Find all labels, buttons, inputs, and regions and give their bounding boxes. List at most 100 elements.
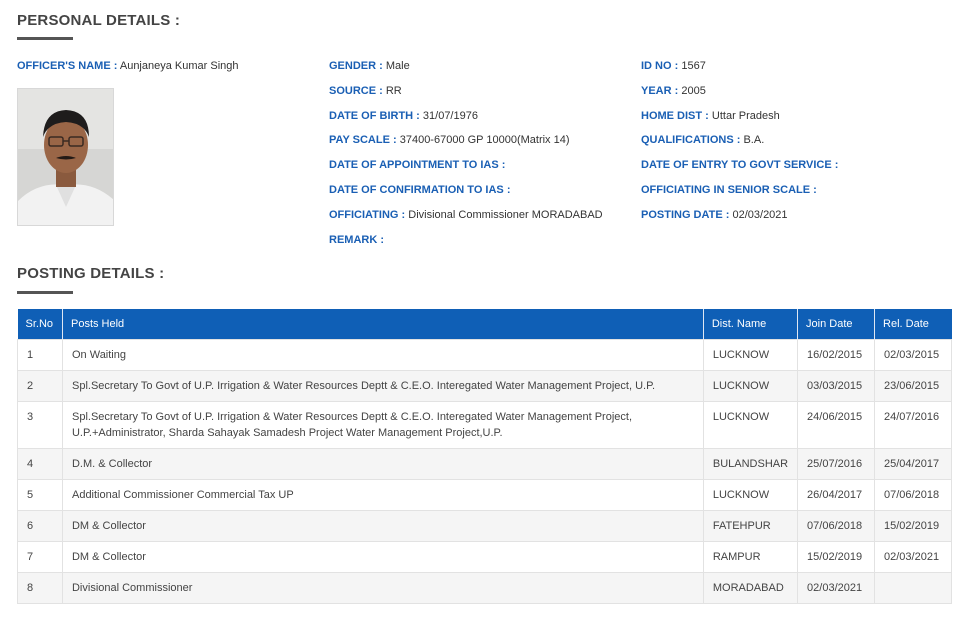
cell-dist: LUCKNOW [702,369,799,402]
cell-dist: RAMPUR [702,540,799,573]
field-value: 1567 [681,60,706,72]
posting-table: Sr.No Posts Held Dist. Name Join Date Re… [17,309,952,604]
personal-details-underline [17,37,73,40]
field-label: REMARK : [329,234,384,246]
field-label: DATE OF ENTRY TO GOVT SERVICE : [641,159,839,171]
cell-rel-date: 25/04/2017 [874,447,952,480]
cell-rel-date: 02/03/2021 [874,540,952,573]
field-label: PAY SCALE : [329,134,397,146]
cell-dist: LUCKNOW [702,478,799,511]
cell-dist: MORADABAD [702,571,799,604]
header-posts-held: Posts Held [62,309,704,339]
cell-dist: BULANDSHAR [702,447,799,480]
field-officers-name: OFFICER'S NAME : Aunjaneya Kumar Singh [17,60,239,72]
cell-sr-no: 4 [17,447,63,480]
cell-join-date: 03/03/2015 [797,369,876,402]
cell-sr-no: 6 [17,509,63,542]
field-label: HOME DIST : [641,110,709,122]
field-officiating-senior-scale: OFFICIATING IN SENIOR SCALE : [641,184,817,196]
cell-post: DM & Collector [61,540,704,573]
field-label: GENDER : [329,60,383,72]
cell-join-date: 26/04/2017 [797,478,876,511]
field-remark: REMARK : [329,234,384,246]
field-label: YEAR : [641,85,679,97]
officer-photo [17,88,114,226]
cell-post: Additional Commissioner Commercial Tax U… [61,478,704,511]
field-date-of-appointment: DATE OF APPOINTMENT TO IAS : [329,159,505,171]
field-value: 37400-67000 GP 10000(Matrix 14) [399,134,570,146]
table-row: 5 Additional Commissioner Commercial Tax… [17,478,952,511]
table-row: 2 Spl.Secretary To Govt of U.P. Irrigati… [17,369,952,402]
field-value: RR [385,85,402,97]
field-date-of-entry: DATE OF ENTRY TO GOVT SERVICE : [641,159,838,171]
field-label: OFFICER'S NAME : [17,60,118,72]
field-label: SOURCE : [329,85,383,97]
cell-join-date: 24/06/2015 [797,400,876,449]
posting-details-underline [17,291,73,294]
cell-post: On Waiting [61,338,704,371]
field-source: SOURCE : RR [329,85,402,97]
field-date-of-birth: DATE OF BIRTH : 31/07/1976 [329,110,478,122]
table-row: 8 Divisional Commissioner MORADABAD 02/0… [17,571,952,604]
cell-rel-date [874,571,952,604]
header-sr-no: Sr.No [17,309,63,339]
cell-dist: LUCKNOW [702,400,799,449]
field-id-no: ID NO : 1567 [641,60,706,72]
table-row: 1 On Waiting LUCKNOW 16/02/2015 02/03/20… [17,338,952,371]
table-row: 6 DM & Collector FATEHPUR 07/06/2018 15/… [17,509,952,542]
field-value: Male [385,60,410,72]
cell-post: D.M. & Collector [61,447,704,480]
field-year: YEAR : 2005 [641,85,706,97]
field-value: 31/07/1976 [422,110,478,122]
field-label: OFFICIATING IN SENIOR SCALE : [641,184,817,196]
cell-sr-no: 2 [17,369,63,402]
table-header-row: Sr.No Posts Held Dist. Name Join Date Re… [17,309,952,339]
table-row: 3 Spl.Secretary To Govt of U.P. Irrigati… [17,400,952,449]
cell-rel-date: 07/06/2018 [874,478,952,511]
cell-rel-date: 15/02/2019 [874,509,952,542]
cell-post: Spl.Secretary To Govt of U.P. Irrigation… [61,400,704,449]
field-label: DATE OF BIRTH : [329,110,420,122]
table-row: 4 D.M. & Collector BULANDSHAR 25/07/2016… [17,447,952,480]
cell-sr-no: 3 [17,400,63,449]
cell-dist: FATEHPUR [702,509,799,542]
cell-join-date: 16/02/2015 [797,338,876,371]
field-home-dist: HOME DIST : Uttar Pradesh [641,110,780,122]
cell-join-date: 15/02/2019 [797,540,876,573]
field-value: 2005 [681,85,706,97]
cell-join-date: 25/07/2016 [797,447,876,480]
field-value: B.A. [743,134,765,146]
field-value: Aunjaneya Kumar Singh [119,60,239,72]
field-label: QUALIFICATIONS : [641,134,741,146]
field-label: OFFICIATING : [329,209,406,221]
field-pay-scale: PAY SCALE : 37400-67000 GP 10000(Matrix … [329,134,570,146]
cell-join-date: 02/03/2021 [797,571,876,604]
field-qualifications: QUALIFICATIONS : B.A. [641,134,764,146]
officer-portrait-icon [18,89,113,225]
cell-rel-date: 02/03/2015 [874,338,952,371]
field-label: DATE OF APPOINTMENT TO IAS : [329,159,506,171]
personal-details-heading: PERSONAL DETAILS : [17,12,181,29]
field-posting-date: POSTING DATE : 02/03/2021 [641,209,788,221]
field-officiating: OFFICIATING : Divisional Commissioner MO… [329,209,603,221]
cell-post: Spl.Secretary To Govt of U.P. Irrigation… [61,369,704,402]
field-label: POSTING DATE : [641,209,730,221]
field-value: Uttar Pradesh [711,110,780,122]
cell-sr-no: 5 [17,478,63,511]
posting-details-heading: POSTING DETAILS : [17,265,165,282]
cell-join-date: 07/06/2018 [797,509,876,542]
cell-sr-no: 1 [17,338,63,371]
field-gender: GENDER : Male [329,60,410,72]
field-label: DATE OF CONFIRMATION TO IAS : [329,184,511,196]
table-row: 7 DM & Collector RAMPUR 15/02/2019 02/03… [17,540,952,573]
header-rel-date: Rel. Date [874,309,952,339]
field-date-of-confirmation: DATE OF CONFIRMATION TO IAS : [329,184,511,196]
cell-sr-no: 8 [17,571,63,604]
cell-rel-date: 24/07/2016 [874,400,952,449]
header-join-date: Join Date [797,309,876,339]
cell-post: DM & Collector [61,509,704,542]
field-label: ID NO : [641,60,679,72]
cell-post: Divisional Commissioner [61,571,704,604]
field-value: 02/03/2021 [732,209,788,221]
cell-sr-no: 7 [17,540,63,573]
